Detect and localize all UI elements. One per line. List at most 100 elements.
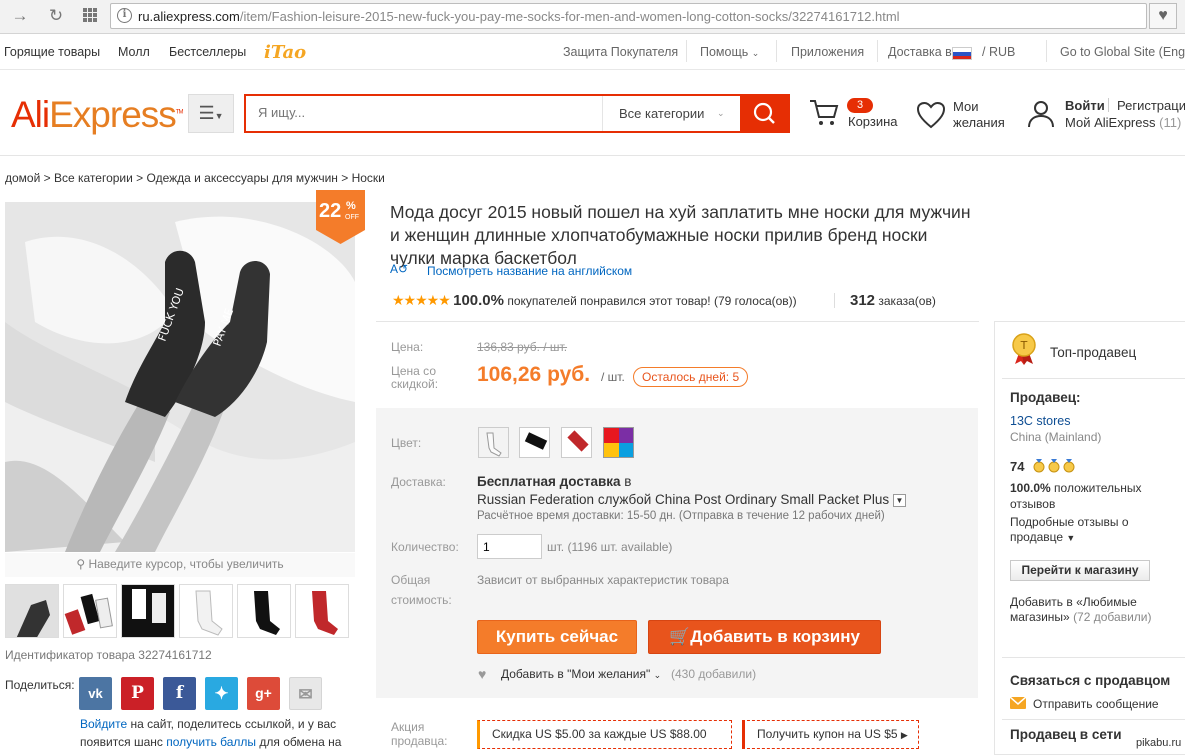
divider (776, 40, 777, 62)
category-menu-button[interactable]: ☰▼ (188, 94, 234, 133)
cart-icon[interactable] (808, 98, 840, 131)
wishlist-line2[interactable]: желания (953, 115, 1005, 130)
points-link[interactable]: получить баллы (166, 735, 256, 749)
thumbnail-2[interactable] (63, 584, 117, 638)
thumbnail-6[interactable] (295, 584, 349, 638)
currency-label[interactable]: / RUB (982, 45, 1015, 59)
store-name-link[interactable]: 13C stores (1010, 414, 1070, 428)
favorite-stores-2: магазины» (1010, 610, 1070, 624)
global-site-link[interactable]: Go to Global Site (English) (1060, 45, 1185, 59)
quantity-input[interactable] (477, 534, 542, 559)
detailed-feedback-2[interactable]: продавце ▼ (1010, 530, 1075, 544)
info-icon[interactable]: i (117, 8, 132, 23)
register-link[interactable]: Регистрация (1117, 98, 1185, 113)
hot-deals-link[interactable]: Горящие товары (4, 45, 100, 59)
store-discount-coupon[interactable]: Скидка US $5.00 за каждые US $88.00 (477, 720, 732, 749)
favorite-stores-1[interactable]: Добавить в «Любимые (1010, 595, 1137, 609)
heart-icon[interactable] (916, 101, 946, 132)
dropdown-icon[interactable]: ▼ (892, 493, 906, 507)
top-seller-label: Топ-продавец (1050, 345, 1137, 360)
favorite-stores-row[interactable]: магазины» (72 добавили) (1010, 610, 1151, 624)
days-left-badge: Осталось дней: 5 (633, 367, 749, 387)
help-menu[interactable]: Помощь ⌄ (700, 45, 759, 59)
my-aliexpress-label: Мой AliExpress (1065, 115, 1156, 130)
thumbnail-3[interactable] (121, 584, 175, 638)
my-aliexpress-link[interactable]: Мой AliExpress (11) (1065, 115, 1181, 130)
color-swatch-red[interactable] (561, 427, 592, 458)
user-icon[interactable] (1026, 99, 1056, 132)
thumbnail-5[interactable] (237, 584, 291, 638)
translate-link[interactable]: Посмотреть название на английском (427, 264, 632, 278)
wishlist-count: (430 добавили) (671, 667, 757, 681)
color-swatch-black[interactable] (519, 427, 550, 458)
category-select[interactable]: Все категории ⌄ (602, 96, 742, 131)
search-button[interactable] (740, 94, 790, 133)
thumbnail-1[interactable] (5, 584, 59, 638)
current-price: 106,26 руб. (477, 363, 591, 386)
seller-medals-icon (1032, 458, 1078, 477)
search-input[interactable] (258, 105, 588, 120)
product-main-image[interactable]: FUCK YOU PAY ME (5, 202, 355, 552)
shipping-method-row[interactable]: Russian Federation службой China Post Or… (477, 492, 906, 507)
shipping-label: Доставка: (391, 475, 446, 489)
help-label: Помощь (700, 45, 749, 59)
itao-logo[interactable]: iTao (264, 42, 306, 63)
divider (1046, 40, 1047, 62)
promo-label-2: продавца: (391, 734, 448, 748)
add-to-wishlist-link[interactable]: Добавить в "Мои желания" ⌄ (501, 667, 661, 681)
facebook-icon[interactable]: f (163, 677, 196, 710)
thumbnail-4[interactable] (179, 584, 233, 638)
old-price: 136,83 руб. / шт. (477, 340, 568, 354)
send-message-link[interactable]: Отправить сообщение (1033, 697, 1159, 711)
bestsellers-link[interactable]: Бестселлеры (169, 45, 246, 59)
delivery-selector[interactable]: Доставка в (888, 45, 952, 59)
bookmark-heart-icon[interactable]: ♥ (1149, 3, 1177, 29)
wishlist-label: Добавить в "Мои желания" (501, 667, 651, 681)
twitter-icon[interactable]: ✦ (205, 677, 238, 710)
search-icon (753, 102, 775, 124)
share-login-link[interactable]: Войдите (80, 717, 127, 731)
apps-link[interactable]: Приложения (791, 45, 864, 59)
sku-panel (376, 408, 978, 698)
rating-row: ★★★★★ 100.0% покупателей понравился этот… (392, 292, 797, 309)
url-host: ru.aliexpress.com (138, 9, 240, 24)
add-to-cart-label: Добавить в корзину (690, 627, 860, 646)
divider (686, 40, 687, 62)
translate-icon: A↺ (390, 262, 409, 276)
address-bar[interactable]: i ru.aliexpress.com/item/Fashion-leisure… (110, 3, 1147, 29)
go-to-store-button[interactable]: Перейти к магазину (1010, 560, 1150, 581)
url-path: /item/Fashion-leisure-2015-new-fuck-you-… (239, 9, 900, 24)
email-icon[interactable]: ✉ (289, 677, 322, 710)
vk-icon[interactable]: vk (79, 677, 112, 710)
cart-link[interactable]: Корзина (848, 114, 898, 129)
discount-badge: 22 % OFF (316, 190, 365, 244)
rating-text[interactable]: покупателей понравился этот товар! (79 г… (507, 294, 796, 308)
buyer-protection-link[interactable]: Защита Покупателя (563, 45, 678, 59)
color-swatch-multi[interactable] (603, 427, 634, 458)
wishlist-line1[interactable]: Мои (953, 99, 978, 114)
chevron-right-icon: ▶ (900, 730, 908, 740)
aliexpress-logo[interactable]: AliExpressTM (11, 94, 183, 136)
reload-icon[interactable]: ↻ (45, 5, 67, 27)
apps-grid-icon[interactable] (79, 7, 101, 29)
mall-link[interactable]: Молл (118, 45, 150, 59)
category-label: Все категории (619, 106, 705, 121)
google-plus-icon[interactable]: g+ (247, 677, 280, 710)
seller-online-title: Продавец в сети (1010, 727, 1122, 742)
forward-arrow-icon[interactable]: → (9, 5, 31, 27)
positive-feedback: 100.0% положительных (1010, 481, 1182, 495)
share-label: Поделиться: (5, 678, 75, 692)
breadcrumb[interactable]: домой > Все категории > Одежда и аксессу… (5, 171, 385, 185)
pinterest-icon[interactable]: P (121, 677, 154, 710)
detailed-feedback-1[interactable]: Подробные отзывы о (1010, 515, 1129, 529)
product-title: Мода досуг 2015 новый пошел на хуй запла… (390, 202, 971, 268)
add-to-cart-button[interactable]: 🛒Добавить в корзину (648, 620, 881, 654)
buy-now-button[interactable]: Купить сейчас (477, 620, 637, 654)
rating-percent: 100.0% (453, 292, 504, 309)
divider (1108, 98, 1109, 112)
get-coupon-button[interactable]: Получить купон на US $5 ▶ (742, 720, 919, 749)
magnifier-icon: ⚲ (76, 557, 86, 571)
login-link[interactable]: Войти (1065, 98, 1105, 113)
color-swatch-white[interactable] (478, 427, 509, 458)
total-label-1: Общая (391, 573, 431, 587)
